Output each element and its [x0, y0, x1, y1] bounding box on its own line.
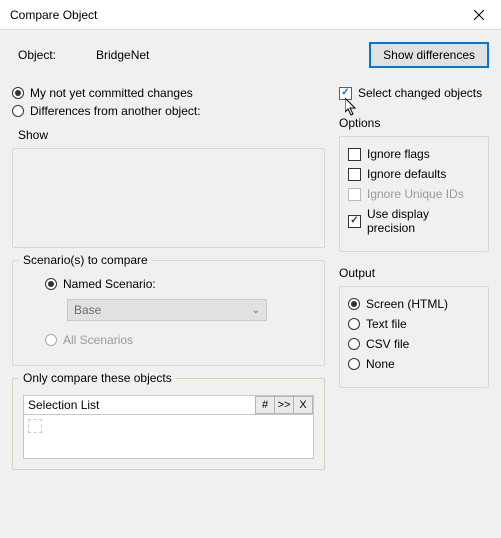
- option-use-precision-label: Use display precision: [367, 207, 480, 235]
- scenario-named[interactable]: Named Scenario:: [45, 277, 314, 291]
- radio-icon: [45, 278, 57, 290]
- columns: My not yet committed changes Differences…: [12, 86, 489, 470]
- object-value: BridgeNet: [96, 48, 149, 62]
- scenarios-legend: Scenario(s) to compare: [19, 253, 152, 267]
- titlebar: Compare Object: [0, 0, 501, 30]
- radio-icon: [348, 338, 360, 350]
- output-heading: Output: [339, 266, 489, 280]
- scenario-selected: Base: [74, 303, 101, 317]
- show-label: Show: [12, 128, 325, 142]
- close-icon: [474, 10, 484, 20]
- object-label: Object:: [18, 48, 56, 62]
- cursor-icon: [345, 98, 361, 118]
- close-button[interactable]: [456, 0, 501, 30]
- output-none-label: None: [366, 357, 395, 371]
- output-screen-label: Screen (HTML): [366, 297, 448, 311]
- selection-list-body[interactable]: [23, 415, 314, 459]
- checkbox-icon: [339, 87, 352, 100]
- radio-icon: [45, 334, 57, 346]
- radio-icon: [348, 318, 360, 330]
- chevron-down-icon: ⌄: [252, 305, 260, 316]
- only-compare-legend: Only compare these objects: [19, 371, 176, 385]
- output-box: Screen (HTML) Text file CSV file None: [339, 286, 489, 388]
- header-row: Object: BridgeNet Show differences: [12, 42, 489, 68]
- checkbox-icon: [348, 168, 361, 181]
- option-ignore-defaults-label: Ignore defaults: [367, 167, 446, 181]
- options-box: Ignore flags Ignore defaults Ignore Uniq…: [339, 136, 489, 252]
- window-title: Compare Object: [10, 8, 97, 22]
- selection-next-button[interactable]: >>: [274, 396, 294, 414]
- checkbox-icon: [348, 188, 361, 201]
- dialog-body: Object: BridgeNet Show differences My no…: [0, 30, 501, 538]
- options-heading: Options: [339, 116, 489, 130]
- option-ignore-flags[interactable]: Ignore flags: [348, 147, 480, 161]
- option-ignore-unique: Ignore Unique IDs: [348, 187, 480, 201]
- option-use-precision[interactable]: Use display precision: [348, 207, 480, 235]
- placeholder-icon: [28, 419, 42, 433]
- scenario-dropdown[interactable]: Base ⌄: [67, 299, 267, 321]
- option-ignore-flags-label: Ignore flags: [367, 147, 430, 161]
- show-area: [12, 148, 325, 248]
- checkbox-icon: [348, 215, 361, 228]
- output-screen[interactable]: Screen (HTML): [348, 297, 480, 311]
- scenario-named-label: Named Scenario:: [63, 277, 156, 291]
- scenario-all[interactable]: All Scenarios: [45, 333, 314, 347]
- select-changed-objects[interactable]: Select changed objects: [339, 86, 489, 100]
- mode-diff-other-label: Differences from another object:: [30, 104, 201, 118]
- select-changed-label: Select changed objects: [358, 86, 482, 100]
- radio-icon: [12, 87, 24, 99]
- scenarios-group: Scenario(s) to compare Named Scenario: B…: [12, 260, 325, 366]
- mode-my-changes[interactable]: My not yet committed changes: [12, 86, 325, 100]
- only-compare-group: Only compare these objects Selection Lis…: [12, 378, 325, 470]
- object-info: Object: BridgeNet: [18, 48, 149, 62]
- output-text-label: Text file: [366, 317, 407, 331]
- show-differences-button[interactable]: Show differences: [369, 42, 489, 68]
- output-csv[interactable]: CSV file: [348, 337, 480, 351]
- selection-list-label: Selection List: [24, 398, 255, 412]
- radio-icon: [348, 298, 360, 310]
- radio-icon: [12, 105, 24, 117]
- option-ignore-defaults[interactable]: Ignore defaults: [348, 167, 480, 181]
- output-none[interactable]: None: [348, 357, 480, 371]
- selection-clear-button[interactable]: X: [293, 396, 313, 414]
- selection-list-header: Selection List # >> X: [23, 395, 314, 415]
- mode-diff-other[interactable]: Differences from another object:: [12, 104, 325, 118]
- option-ignore-unique-label: Ignore Unique IDs: [367, 187, 464, 201]
- checkbox-icon: [348, 148, 361, 161]
- scenario-all-label: All Scenarios: [63, 333, 133, 347]
- radio-icon: [348, 358, 360, 370]
- selection-hash-button[interactable]: #: [255, 396, 275, 414]
- mode-my-changes-label: My not yet committed changes: [30, 86, 193, 100]
- right-column: Select changed objects Options Ignore fl…: [339, 86, 489, 470]
- output-text[interactable]: Text file: [348, 317, 480, 331]
- output-csv-label: CSV file: [366, 337, 409, 351]
- left-column: My not yet committed changes Differences…: [12, 86, 325, 470]
